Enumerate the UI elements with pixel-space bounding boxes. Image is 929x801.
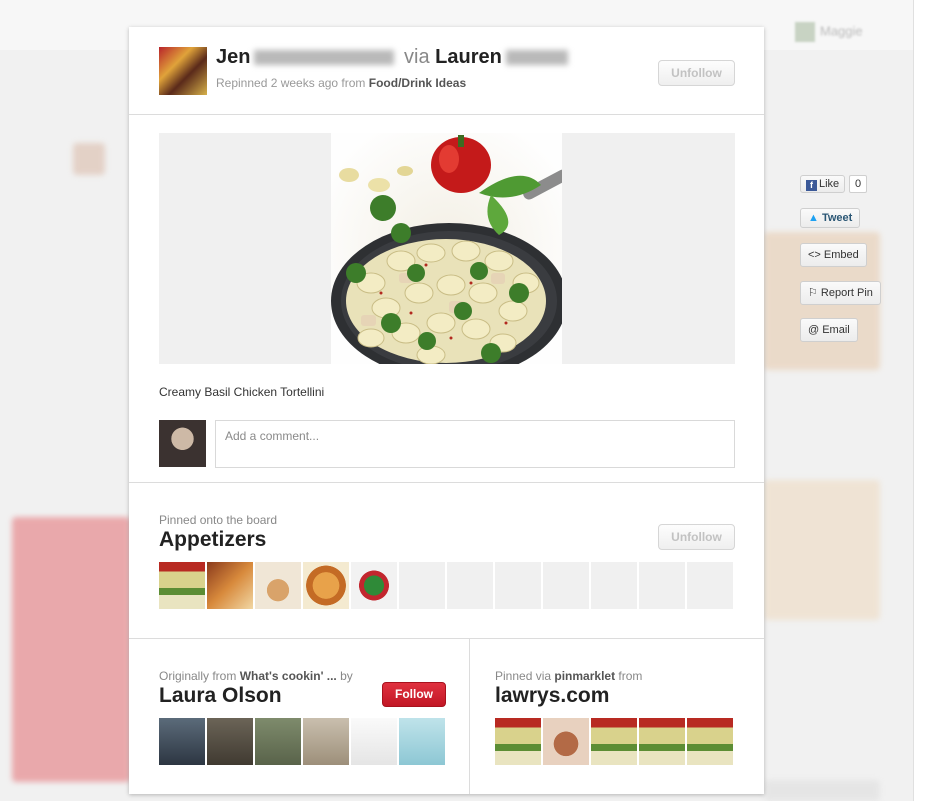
origin-user-name[interactable]: Laura Olson: [159, 684, 282, 708]
pinned-via-tool[interactable]: pinmarklet: [554, 669, 615, 683]
bottom-vertical-divider: [469, 638, 470, 794]
board-thumb[interactable]: [159, 562, 205, 609]
domain-thumb[interactable]: [687, 718, 733, 765]
pinner-first-name[interactable]: Jen: [216, 46, 250, 68]
board-label: Pinned onto the board: [159, 513, 278, 527]
unfollow-board-button[interactable]: Unfollow: [658, 524, 735, 550]
source-domain[interactable]: lawrys.com: [495, 684, 609, 708]
domain-thumbnails[interactable]: [495, 718, 733, 765]
board-thumb-empty: [591, 562, 637, 609]
board-thumb-empty: [543, 562, 589, 609]
board-thumb-empty: [399, 562, 445, 609]
redacted-via-surname: [505, 50, 568, 66]
background-user-menu[interactable]: Maggie: [795, 22, 863, 42]
comment-divider: [129, 482, 764, 483]
facebook-like-count: 0: [849, 175, 868, 193]
board-thumb-empty: [495, 562, 541, 609]
origin-label: Originally from What's cookin' ... by: [159, 669, 353, 683]
board-thumb[interactable]: [351, 562, 397, 609]
background-pin-left: [12, 517, 130, 782]
comment-input[interactable]: [215, 420, 735, 468]
domain-thumb[interactable]: [543, 718, 589, 765]
origin-thumb[interactable]: [159, 718, 205, 765]
repinned-board-link[interactable]: Food/Drink Ideas: [369, 76, 466, 90]
header-divider: [129, 114, 764, 115]
twitter-bird-icon: ▲: [808, 212, 819, 224]
origin-thumb[interactable]: [399, 718, 445, 765]
board-thumb[interactable]: [303, 562, 349, 609]
background-avatar: [73, 143, 105, 175]
via-first-name[interactable]: Lauren: [435, 46, 502, 68]
domain-thumb[interactable]: [639, 718, 685, 765]
unfollow-pinner-button[interactable]: Unfollow: [658, 60, 735, 86]
board-thumb-empty: [447, 562, 493, 609]
pin-image-area: [159, 133, 735, 364]
pinner-avatar[interactable]: [159, 47, 207, 95]
pin-image[interactable]: [331, 133, 562, 364]
follow-button[interactable]: Follow: [382, 682, 446, 707]
facebook-like-button[interactable]: f Like: [800, 175, 846, 193]
origin-thumb[interactable]: [303, 718, 349, 765]
redacted-surname: [254, 50, 395, 66]
board-name[interactable]: Appetizers: [159, 528, 266, 552]
background-pin-right-3: [764, 780, 880, 801]
origin-thumb[interactable]: [255, 718, 301, 765]
pinner-name-line: Jen via Lauren: [216, 46, 572, 69]
pin-caption: Creamy Basil Chicken Tortellini: [159, 385, 325, 399]
tortellini-image: [331, 133, 562, 364]
email-button[interactable]: @ Email: [800, 318, 858, 342]
repinned-info: Repinned 2 weeks ago from Food/Drink Ide…: [216, 76, 467, 90]
board-thumb[interactable]: [207, 562, 253, 609]
board-thumb[interactable]: [255, 562, 301, 609]
background-user-avatar: [795, 22, 815, 42]
embed-button[interactable]: <> Embed: [800, 243, 867, 267]
commenter-avatar: [159, 420, 206, 467]
page-scrollbar[interactable]: [913, 0, 929, 801]
via-word: via: [404, 46, 430, 68]
origin-source-link[interactable]: What's cookin' ...: [240, 669, 337, 683]
board-divider: [129, 638, 764, 639]
pin-modal: Jen via Lauren Repinned 2 weeks ago from…: [129, 27, 764, 794]
pinned-via-label: Pinned via pinmarklet from: [495, 669, 643, 683]
origin-thumb[interactable]: [207, 718, 253, 765]
facebook-icon: f: [806, 180, 817, 191]
domain-thumb[interactable]: [591, 718, 637, 765]
report-pin-button[interactable]: ⚐ Report Pin: [800, 281, 881, 305]
domain-thumb[interactable]: [495, 718, 541, 765]
origin-thumbnails[interactable]: [159, 718, 445, 765]
origin-thumb[interactable]: [351, 718, 397, 765]
background-pin-right-2: [764, 480, 880, 620]
board-thumb-empty: [639, 562, 685, 609]
board-thumbnails[interactable]: [159, 562, 735, 609]
tweet-button[interactable]: ▲ Tweet: [800, 208, 861, 228]
board-thumb-empty: [687, 562, 733, 609]
